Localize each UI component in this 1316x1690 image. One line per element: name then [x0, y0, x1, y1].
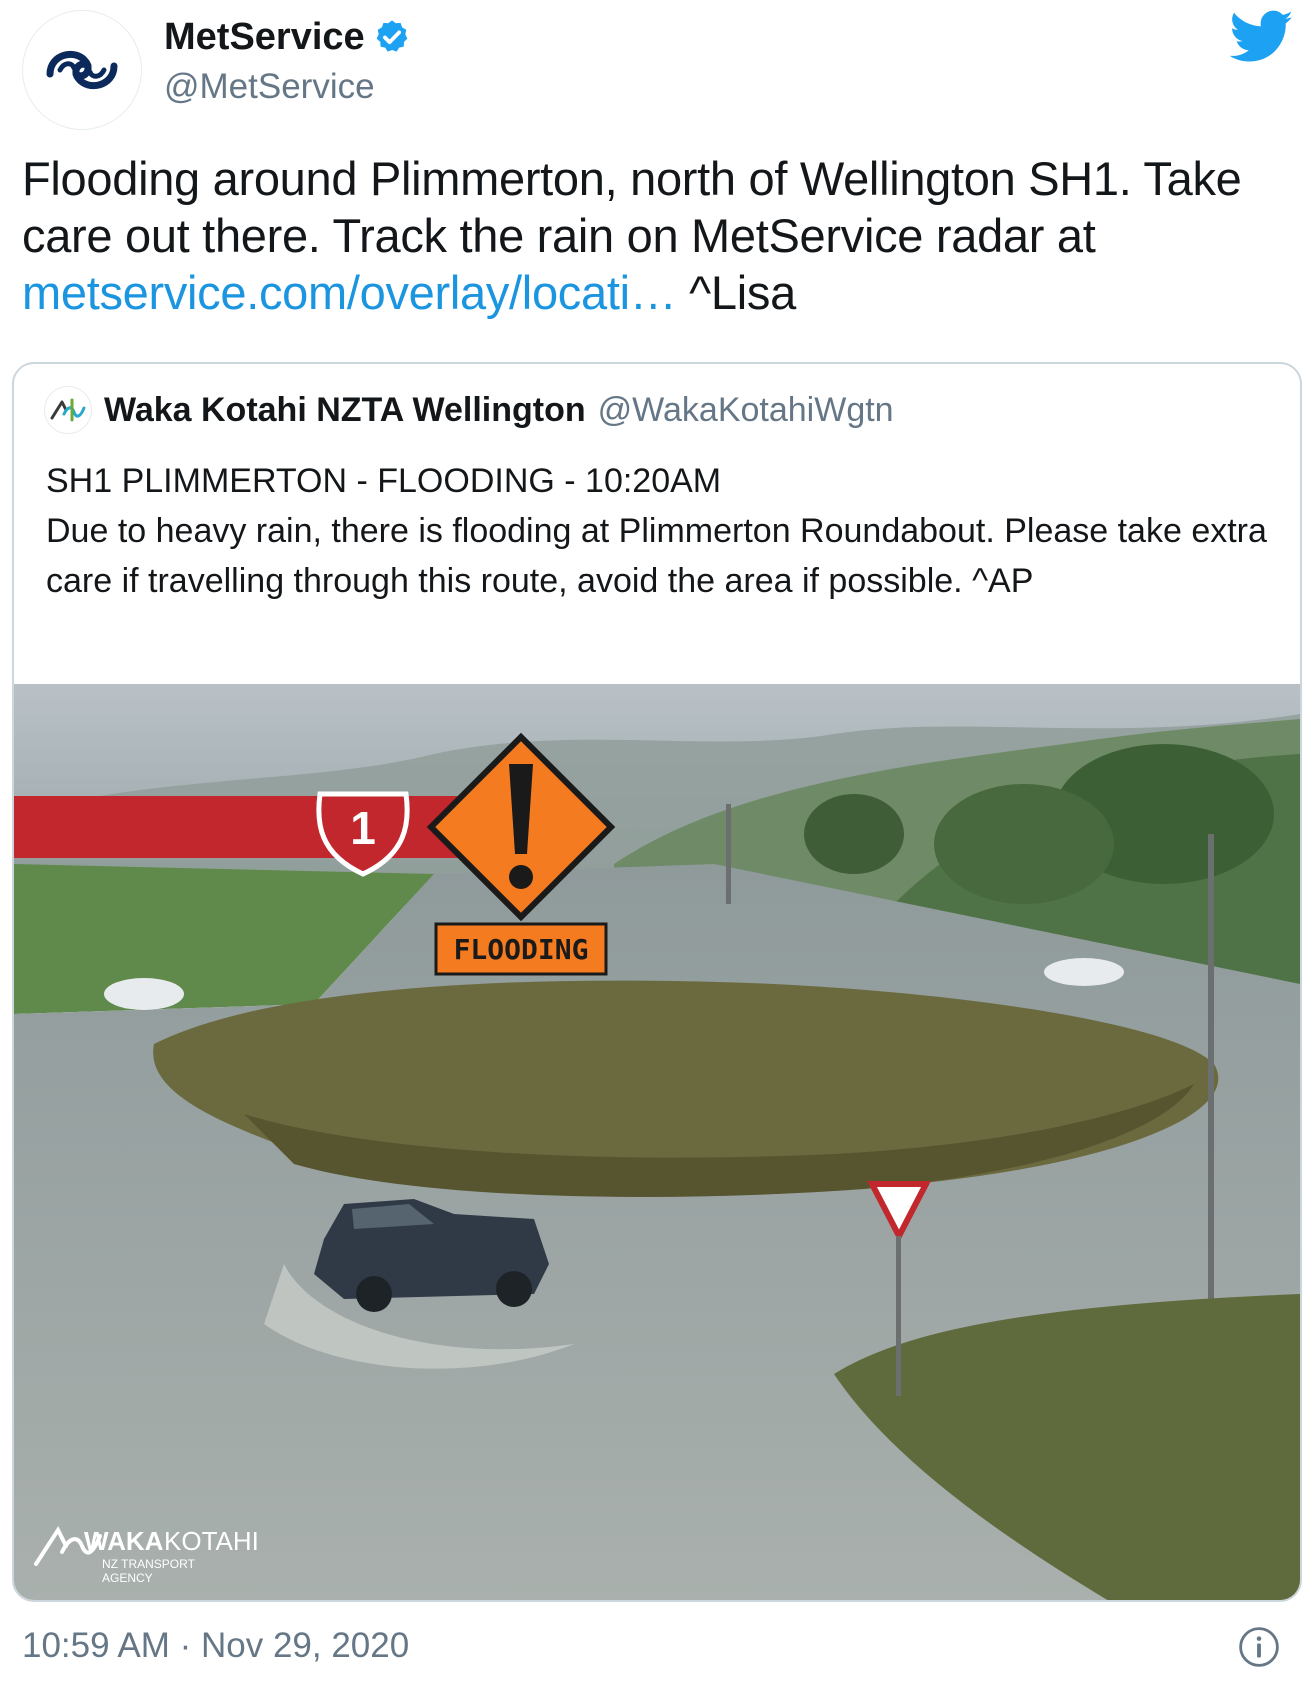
author-name-text[interactable]: MetService — [164, 14, 365, 60]
quoted-tweet[interactable]: Waka Kotahi NZTA Wellington @WakaKotahiW… — [12, 362, 1302, 1602]
quoted-author-handle: @WakaKotahiWgtn — [597, 391, 894, 429]
highway-number: 1 — [350, 802, 376, 854]
tweet-card: MetService @MetService Flooding around P… — [0, 0, 1316, 1690]
author-avatar[interactable] — [22, 10, 142, 130]
verified-badge-icon — [376, 20, 408, 52]
quoted-author-name: Waka Kotahi NZTA Wellington — [104, 391, 586, 429]
tweet-text-part: Flooding around Plimmerton, north of Wel… — [22, 152, 1242, 262]
state-highway-banner — [14, 796, 484, 858]
quoted-tweet-header: Waka Kotahi NZTA Wellington @WakaKotahiW… — [44, 386, 894, 434]
tweet-text-signoff: ^Lisa — [676, 266, 796, 319]
author-display-name[interactable]: MetService — [164, 14, 411, 60]
metservice-logo-icon — [46, 50, 118, 90]
tweet-text: Flooding around Plimmerton, north of Wel… — [22, 150, 1292, 321]
author-handle[interactable]: @MetService — [164, 64, 411, 110]
quoted-author-avatar — [44, 386, 92, 434]
tweet-timestamp[interactable]: 10:59 AM · Nov 29, 2020 — [22, 1622, 409, 1670]
watermark-brand-2: KOTAHI — [164, 1526, 259, 1556]
watermark-brand: WAKA — [84, 1526, 164, 1556]
quoted-tweet-image[interactable]: 1 FLOODING WAKA KOTAHI NZ TRANSPORT AGEN… — [14, 684, 1300, 1600]
watermark-sub-1: NZ TRANSPORT — [102, 1557, 196, 1571]
quoted-tweet-text: SH1 PLIMMERTON - FLOODING - 10:20AM Due … — [46, 462, 1267, 600]
waka-kotahi-logo-icon — [50, 398, 86, 422]
twitter-bird-icon[interactable] — [1230, 10, 1294, 64]
flood-label: FLOODING — [454, 933, 589, 966]
radar-link[interactable]: metservice.com/overlay/locati… — [22, 266, 677, 319]
flooded-roundabout-photo: 1 FLOODING WAKA KOTAHI NZ TRANSPORT AGEN… — [14, 684, 1300, 1600]
watermark-sub-2: AGENCY — [102, 1571, 153, 1585]
author-info[interactable]: MetService @MetService — [164, 14, 411, 110]
info-icon[interactable] — [1238, 1626, 1280, 1668]
